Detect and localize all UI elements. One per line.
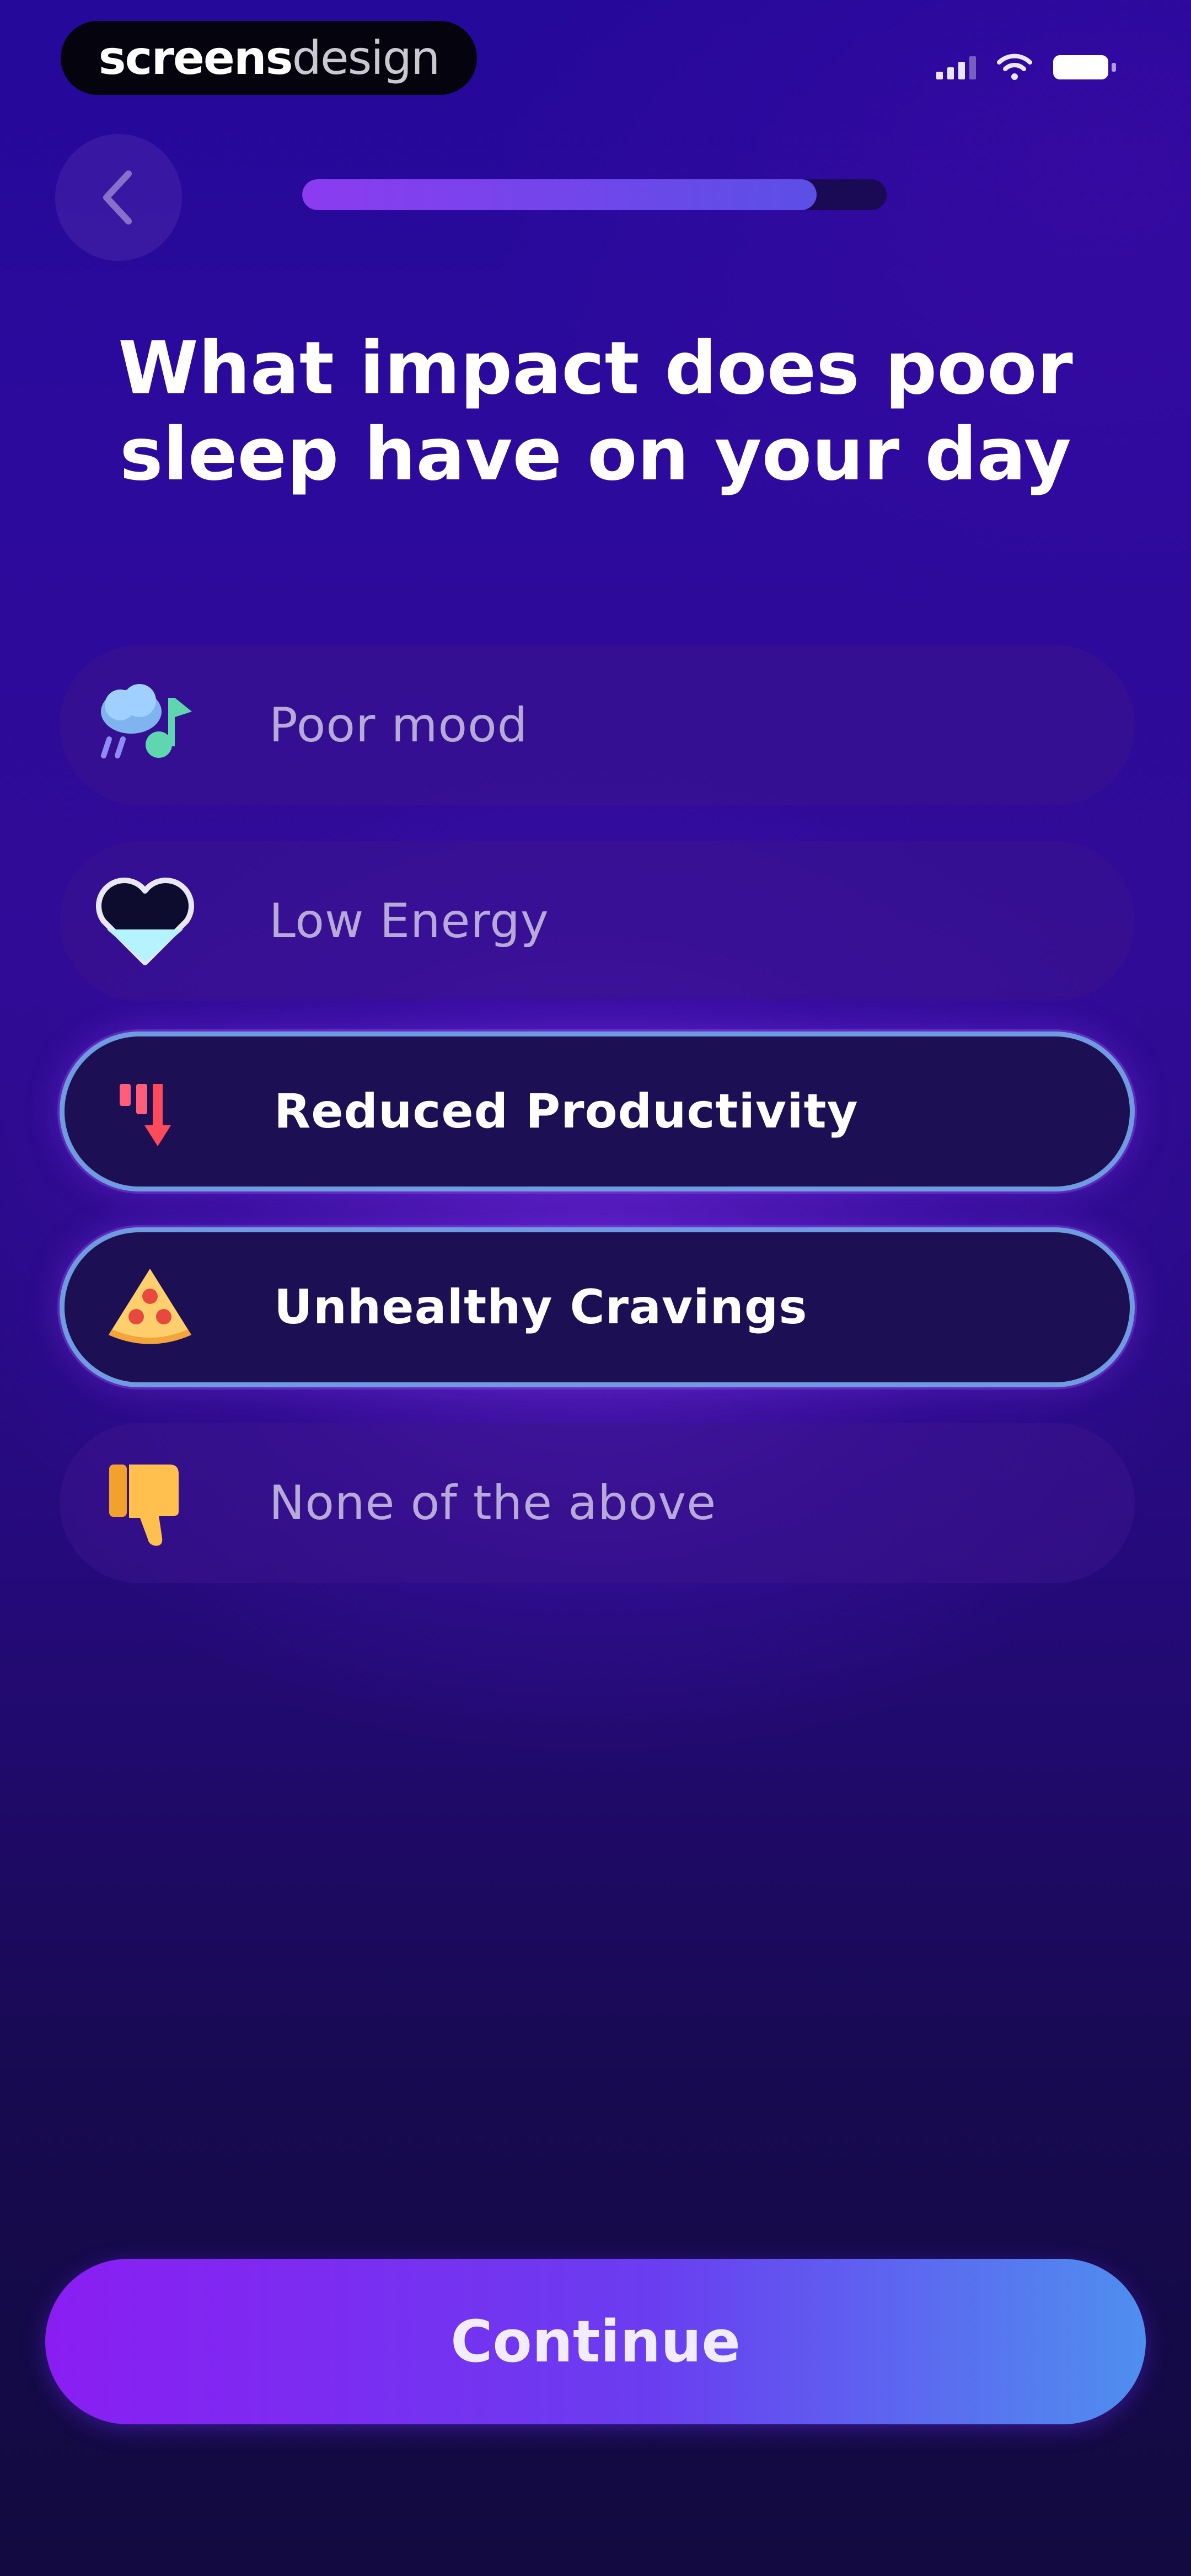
onboarding-screen: screens design What impact does poor slee… — [0, 0, 1191, 2576]
option-low-energy[interactable]: Low Energy — [60, 841, 1135, 1001]
back-button[interactable] — [55, 134, 182, 261]
cellular-signal-icon — [936, 55, 976, 79]
option-none-of-the-above[interactable]: None of the above — [60, 1423, 1135, 1583]
chevron-left-icon — [103, 170, 132, 225]
screensdesign-watermark: screens design — [61, 21, 477, 95]
option-label: Unhealthy Cravings — [274, 1280, 808, 1335]
rain-cloud-music-icon — [93, 673, 197, 778]
option-label: None of the above — [269, 1476, 717, 1531]
brand-light-text: design — [292, 31, 441, 85]
status-icons — [936, 51, 1116, 84]
page-title: What impact does poor sleep have on your… — [118, 326, 1073, 497]
downward-chart-icon — [98, 1059, 202, 1164]
low-battery-heart-icon — [93, 869, 197, 974]
thumbs-down-icon — [93, 1451, 197, 1556]
progress-fill — [302, 179, 817, 210]
option-label: Low Energy — [269, 894, 549, 949]
continue-button[interactable]: Continue — [45, 2259, 1146, 2424]
wifi-icon — [997, 54, 1032, 80]
option-reduced-productivity[interactable]: Reduced Productivity — [60, 1032, 1135, 1191]
option-label: Poor mood — [269, 698, 528, 753]
option-label: Reduced Productivity — [274, 1084, 859, 1139]
pizza-slice-icon — [98, 1255, 202, 1360]
option-unhealthy-cravings[interactable]: Unhealthy Cravings — [60, 1227, 1135, 1387]
option-poor-mood[interactable]: Poor mood — [60, 645, 1135, 805]
battery-icon — [1053, 55, 1116, 79]
progress-bar — [302, 179, 887, 210]
brand-strong-text: screens — [98, 31, 293, 85]
